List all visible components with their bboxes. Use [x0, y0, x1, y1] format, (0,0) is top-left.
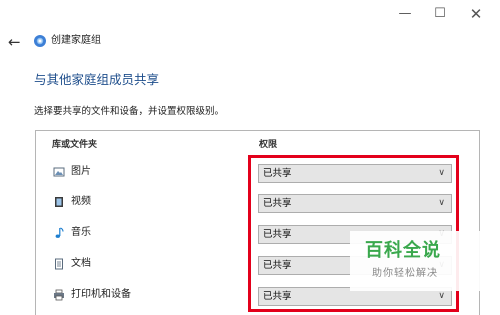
row-label-documents: 文档 [71, 258, 91, 269]
column-header-permission: 权限 [259, 140, 278, 150]
nav-title: 创建家庭组 [51, 35, 101, 46]
watermark-subtitle: 助你轻松解决 [372, 268, 438, 279]
pictures-icon [53, 167, 65, 177]
videos-icon [55, 197, 63, 207]
row-label-printers: 打印机和设备 [71, 289, 131, 300]
nav-bar: ← 创建家庭组 [0, 30, 500, 56]
page-heading: 与其他家庭组成员共享 [34, 72, 160, 87]
row-label-music: 音乐 [71, 227, 91, 238]
close-button[interactable]: ✕ [466, 4, 486, 24]
column-header-library: 库或文件夹 [52, 140, 98, 150]
homegroup-icon [34, 35, 46, 47]
minimize-button[interactable]: — [395, 4, 415, 24]
back-button[interactable]: ← [8, 32, 24, 52]
music-icon [55, 227, 64, 238]
documents-icon [55, 258, 63, 270]
title-bar: — ☐ ✕ [0, 0, 500, 30]
row-label-pictures: 图片 [71, 166, 91, 177]
watermark: 百科全说 助你轻松解决 [350, 231, 490, 291]
watermark-title: 百科全说 [365, 240, 441, 261]
maximize-button[interactable]: ☐ [430, 4, 450, 24]
printer-icon [54, 289, 64, 301]
row-label-videos: 视频 [71, 196, 91, 207]
page-subtitle: 选择要共享的文件和设备，并设置权限级别。 [34, 106, 225, 117]
